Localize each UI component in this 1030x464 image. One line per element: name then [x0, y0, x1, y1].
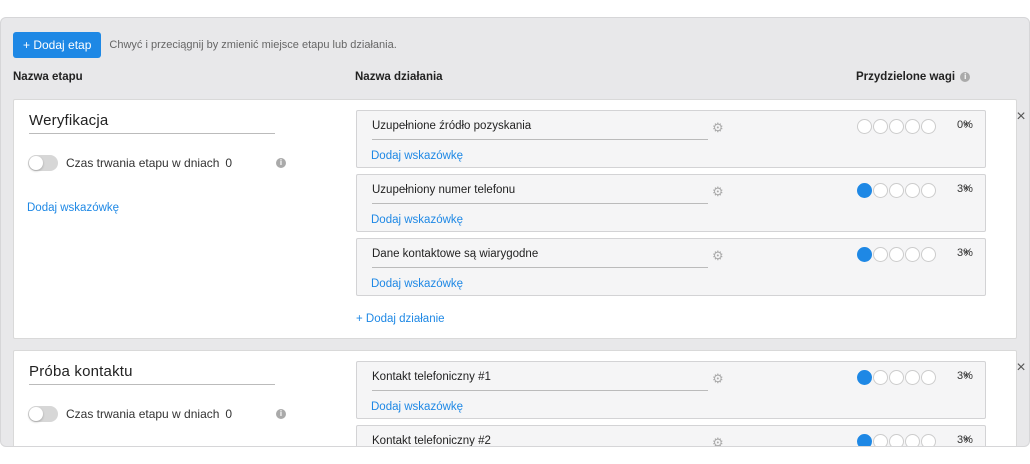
action-card[interactable]: Uzupełniony numer telefonu ⚙ 3% × Dodaj …	[356, 174, 986, 232]
info-icon[interactable]: i	[960, 71, 971, 82]
weight-dot[interactable]	[889, 119, 904, 134]
action-name-input[interactable]: Uzupełniony numer telefonu	[372, 184, 708, 204]
stage-name-input[interactable]: Próba kontaktu	[29, 363, 275, 385]
weight-dot[interactable]	[857, 370, 872, 385]
action-card[interactable]: Kontakt telefoniczny #1 ⚙ 3% × Dodaj wsk…	[356, 361, 986, 419]
weight-selector[interactable]	[857, 370, 937, 385]
stage-name-input[interactable]: Weryfikacja	[29, 112, 275, 134]
close-icon[interactable]: ×	[963, 370, 969, 382]
duration-label: Czas trwania etapu w dniach	[66, 156, 220, 170]
weight-dot[interactable]	[889, 247, 904, 262]
close-icon[interactable]: ×	[1014, 109, 1028, 125]
gear-icon[interactable]: ⚙	[712, 371, 724, 387]
drag-hint: Chwyć i przeciągnij by zmienić miejsce e…	[109, 39, 397, 51]
weight-selector[interactable]	[857, 434, 937, 446]
weight-dot[interactable]	[857, 247, 872, 262]
stage-card[interactable]: Weryfikacja Czas trwania etapu w dniach …	[13, 99, 1026, 339]
stages-editor: + Dodaj etap Chwyć i przeciągnij by zmie…	[0, 17, 1030, 447]
stage-duration: Czas trwania etapu w dniach 0	[28, 406, 232, 422]
weight-dot[interactable]	[921, 183, 936, 198]
weight-dot[interactable]	[889, 370, 904, 385]
info-icon[interactable]: i	[276, 409, 286, 419]
weight-dot[interactable]	[905, 247, 920, 262]
add-hint-link[interactable]: Dodaj wskazówkę	[371, 401, 463, 413]
weight-dot[interactable]	[905, 434, 920, 446]
action-name-input[interactable]: Kontakt telefoniczny #1	[372, 371, 708, 391]
weight-dot[interactable]	[905, 370, 920, 385]
stage-card[interactable]: Próba kontaktu Czas trwania etapu w dnia…	[13, 350, 1026, 446]
close-icon[interactable]: ×	[963, 247, 969, 259]
add-stage-button[interactable]: + Dodaj etap	[13, 32, 102, 58]
toolbar: + Dodaj etap Chwyć i przeciągnij by zmie…	[13, 32, 397, 58]
weight-dot[interactable]	[857, 434, 872, 446]
action-card[interactable]: Dane kontaktowe są wiarygodne ⚙ 3% × Dod…	[356, 238, 986, 296]
action-name-input[interactable]: Kontakt telefoniczny #2	[372, 435, 708, 446]
action-name-input[interactable]: Dane kontaktowe są wiarygodne	[372, 248, 708, 268]
duration-toggle[interactable]	[28, 155, 58, 171]
weight-dot[interactable]	[921, 370, 936, 385]
close-icon[interactable]: ×	[963, 119, 969, 131]
action-card[interactable]: Uzupełnione źródło pozyskania ⚙ 0% × Dod…	[356, 110, 986, 168]
add-stage-hint-link[interactable]: Dodaj wskazówkę	[27, 202, 119, 214]
column-header-weights: Przydzielone wagi i	[856, 71, 971, 83]
gear-icon[interactable]: ⚙	[712, 184, 724, 200]
weight-dot[interactable]	[921, 119, 936, 134]
action-name-input[interactable]: Uzupełnione źródło pozyskania	[372, 120, 708, 140]
duration-toggle[interactable]	[28, 406, 58, 422]
weight-dot[interactable]	[857, 183, 872, 198]
weight-selector[interactable]	[857, 119, 937, 134]
weight-dot[interactable]	[921, 434, 936, 446]
weight-dot[interactable]	[873, 247, 888, 262]
weight-selector[interactable]	[857, 183, 937, 198]
gear-icon[interactable]: ⚙	[712, 120, 724, 136]
info-icon[interactable]: i	[276, 158, 286, 168]
gear-icon[interactable]: ⚙	[712, 435, 724, 446]
gear-icon[interactable]: ⚙	[712, 248, 724, 264]
duration-value[interactable]: 0	[225, 156, 232, 170]
weight-dot[interactable]	[889, 183, 904, 198]
weight-dot[interactable]	[873, 183, 888, 198]
action-card[interactable]: Kontakt telefoniczny #2 ⚙ 3% ×	[356, 425, 986, 446]
close-icon[interactable]: ×	[963, 183, 969, 195]
add-action-link[interactable]: + Dodaj działanie	[356, 313, 445, 325]
weight-selector[interactable]	[857, 247, 937, 262]
weight-dot[interactable]	[873, 119, 888, 134]
stage-duration: Czas trwania etapu w dniach 0	[28, 155, 232, 171]
column-header-stage: Nazwa etapu	[13, 71, 83, 83]
weight-dot[interactable]	[921, 247, 936, 262]
duration-label: Czas trwania etapu w dniach	[66, 407, 220, 421]
close-icon[interactable]: ×	[963, 434, 969, 446]
add-hint-link[interactable]: Dodaj wskazówkę	[371, 214, 463, 226]
weight-dot[interactable]	[857, 119, 872, 134]
column-header-action: Nazwa działania	[355, 71, 443, 83]
weight-dot[interactable]	[905, 183, 920, 198]
weight-dot[interactable]	[873, 434, 888, 446]
weights-header-label: Przydzielone wagi	[856, 71, 956, 83]
weight-dot[interactable]	[889, 434, 904, 446]
weight-dot[interactable]	[905, 119, 920, 134]
duration-value[interactable]: 0	[225, 407, 232, 421]
weight-dot[interactable]	[873, 370, 888, 385]
add-hint-link[interactable]: Dodaj wskazówkę	[371, 278, 463, 290]
close-icon[interactable]: ×	[1014, 360, 1028, 376]
add-hint-link[interactable]: Dodaj wskazówkę	[371, 150, 463, 162]
